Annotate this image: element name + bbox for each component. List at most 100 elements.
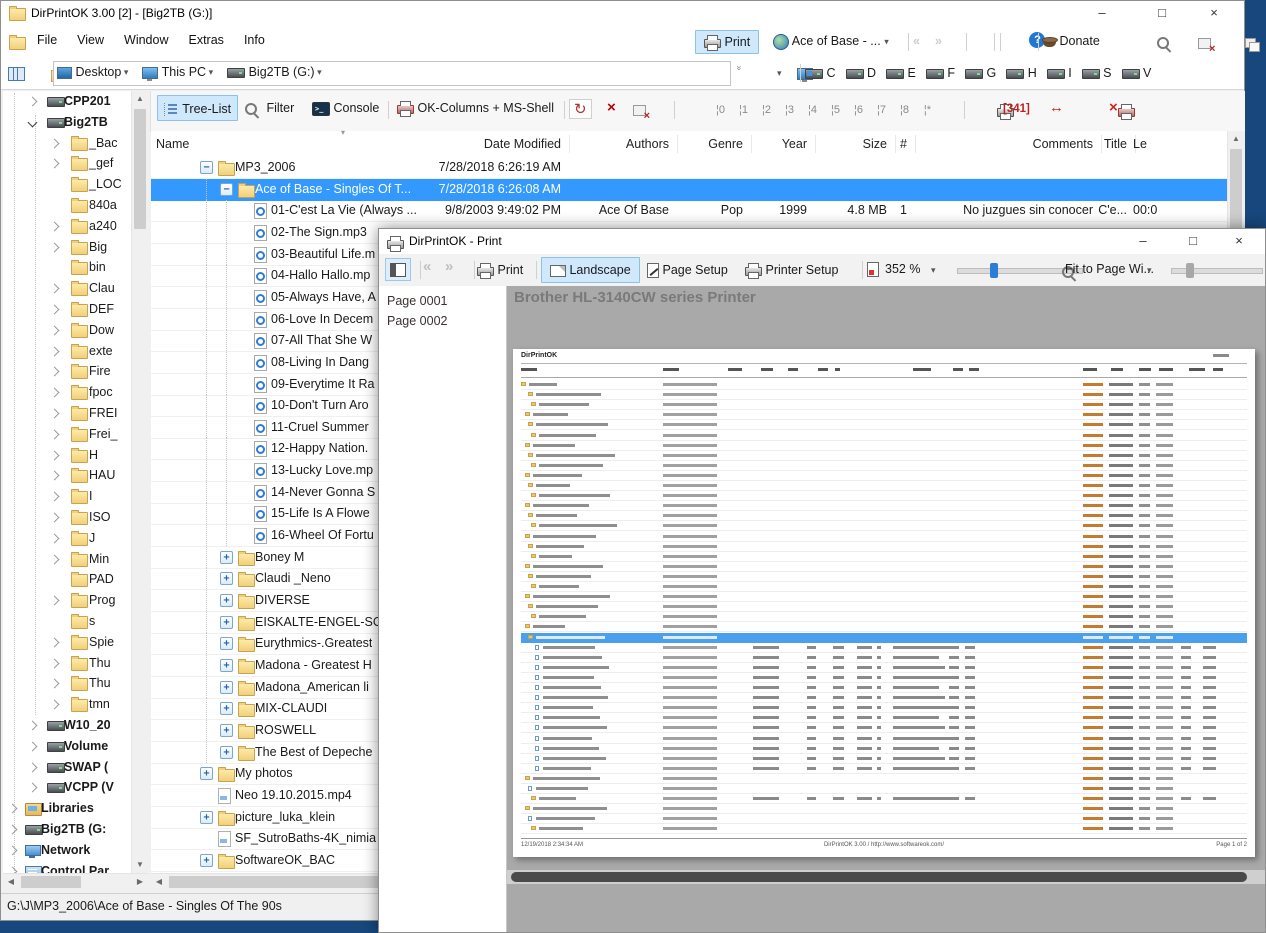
clear-icon[interactable]: × [607, 99, 616, 116]
tree-item-clau[interactable]: Clau [3, 278, 131, 299]
expand-icon[interactable] [50, 346, 60, 356]
printer-red-icon[interactable] [1118, 108, 1135, 117]
expand-icon[interactable] [8, 825, 18, 835]
scroll-down-arrow[interactable]: ▼ [132, 857, 148, 873]
expand-icon[interactable] [50, 554, 60, 564]
expand-box-icon[interactable]: + [220, 551, 233, 564]
column-header-le[interactable]: Le [1133, 137, 1147, 151]
depth-button-4[interactable]: ¦4 [801, 104, 824, 116]
expand-box-icon[interactable]: + [220, 746, 233, 759]
minimize-button[interactable]: – [1080, 1, 1124, 25]
drive-d[interactable]: D [846, 57, 877, 89]
expand-icon[interactable] [50, 658, 60, 668]
menu-view[interactable]: View [67, 26, 114, 47]
tab-console[interactable]: Console [306, 95, 385, 121]
expand-icon[interactable] [8, 845, 18, 855]
expand-box-icon[interactable]: + [200, 811, 213, 824]
tree-item-def[interactable]: DEF [3, 299, 131, 320]
tree-hscrollbar[interactable]: ◀ ▶ [3, 873, 148, 891]
chevron-down-icon[interactable]: ▾ [315, 67, 322, 77]
expand-icon[interactable] [8, 866, 18, 873]
tree-item-thu[interactable]: Thu [3, 673, 131, 694]
zoom-value[interactable]: 352 % [885, 262, 920, 276]
expand-box-icon[interactable]: + [220, 659, 233, 672]
print-close-button[interactable]: × [1217, 229, 1261, 253]
tree-item-libraries[interactable]: Libraries [3, 798, 131, 819]
print-maximize-button[interactable]: □ [1171, 229, 1215, 253]
menu-file[interactable]: File [27, 26, 67, 47]
tree-item-w10-20[interactable]: W10_20 [3, 715, 131, 736]
chevron-down-icon[interactable]: ▾ [121, 67, 128, 77]
tree-item--gef[interactable]: _gef [3, 153, 131, 174]
expand-icon[interactable] [50, 513, 60, 523]
drive-s[interactable]: S [1082, 57, 1112, 89]
ok-columns-button[interactable]: OK-Columns + MS-Shell [391, 95, 560, 121]
preview-hscrollbar[interactable] [507, 870, 1265, 884]
expand-icon[interactable] [50, 138, 60, 148]
page-thumb-page-0002[interactable]: Page 0002 [385, 311, 506, 331]
breadcrumb-big2tb-g-[interactable]: Big2TB (G:) ▾ [227, 65, 322, 79]
fit-slider[interactable] [1171, 268, 1263, 274]
chevron-down-icon[interactable]: ▾ [206, 67, 213, 77]
tree-item-network[interactable]: Network [3, 840, 131, 861]
tree-item-fire[interactable]: Fire [3, 361, 131, 382]
drive-v[interactable]: V [1122, 57, 1152, 89]
scroll-thumb[interactable] [21, 876, 81, 888]
expand-icon[interactable] [50, 242, 60, 252]
expand-icon[interactable] [50, 388, 60, 398]
close-button[interactable]: × [1192, 1, 1236, 25]
table-row[interactable]: −Ace of Base - Singles Of T...7/28/2018 … [151, 179, 1227, 201]
expand-icon[interactable] [28, 721, 38, 731]
depth-button-5[interactable]: ¦5 [824, 104, 847, 116]
depth-button-7[interactable]: ¦7 [870, 104, 893, 116]
tree-item-volume[interactable]: Volume [3, 736, 131, 757]
drive-g[interactable]: G [965, 57, 996, 89]
depth-button-*[interactable]: ¦* [916, 104, 939, 116]
depth-button-8[interactable]: ¦8 [893, 104, 916, 116]
depth-button-3[interactable]: ¦3 [778, 104, 801, 116]
depth-button-1[interactable]: ¦1 [732, 104, 755, 116]
tree-item-840a[interactable]: 840a [3, 195, 131, 216]
expand-icon[interactable] [50, 450, 60, 460]
donate-button[interactable]: Donate [1043, 30, 1100, 52]
expand-icon[interactable] [50, 409, 60, 419]
expand-icon[interactable] [8, 804, 18, 814]
print-button[interactable]: Print [477, 258, 523, 282]
expand-box-icon[interactable]: + [200, 854, 213, 867]
next-page-button[interactable]: » [445, 258, 453, 275]
fit-mode-dropdown[interactable]: Fit to Page Wi... [1065, 262, 1154, 276]
tree-item-prog[interactable]: Prog [3, 590, 131, 611]
tree-item--bac[interactable]: _Bac [3, 133, 131, 154]
windows-icon[interactable] [1245, 38, 1256, 48]
scroll-left-arrow[interactable]: ◀ [3, 874, 19, 890]
tree-item-pad[interactable]: PAD [3, 569, 131, 590]
scroll-up-arrow[interactable]: ▲ [1228, 131, 1244, 147]
expand-icon[interactable] [50, 429, 60, 439]
tree-item-bin[interactable]: bin [3, 257, 131, 278]
tab-filter[interactable]: Filter [239, 95, 300, 121]
close-window-icon[interactable] [1198, 38, 1211, 49]
tree-item-min[interactable]: Min [3, 549, 131, 570]
expand-icon[interactable] [50, 221, 60, 231]
tree-item-j[interactable]: J [3, 528, 131, 549]
depth-button-6[interactable]: ¦6 [847, 104, 870, 116]
drive-c[interactable]: C [805, 57, 836, 89]
scroll-thumb[interactable] [134, 109, 146, 229]
expand-icon[interactable] [50, 596, 60, 606]
search-icon[interactable] [1157, 37, 1169, 49]
tree-item-h[interactable]: H [3, 445, 131, 466]
expand-box-icon[interactable]: + [220, 572, 233, 585]
expand-box-icon[interactable]: + [220, 681, 233, 694]
tree-item-fpoc[interactable]: fpoc [3, 382, 131, 403]
breadcrumb-desktop[interactable]: Desktop ▾ [57, 65, 128, 79]
expand-icon[interactable] [50, 637, 60, 647]
drive-h[interactable]: H [1006, 57, 1037, 89]
menu-extras[interactable]: Extras [179, 26, 234, 47]
swap-columns-icon[interactable]: ↔ [1049, 99, 1064, 116]
panes-toggle-icon[interactable] [8, 67, 25, 81]
expand-icon[interactable] [50, 284, 60, 294]
table-row[interactable]: −MP3_20067/28/2018 6:26:19 AM [151, 157, 1227, 179]
page-thumb-page-0001[interactable]: Page 0001 [385, 291, 506, 311]
collapse-icon[interactable] [28, 117, 38, 127]
scroll-left-arrow[interactable]: ◀ [151, 874, 167, 890]
